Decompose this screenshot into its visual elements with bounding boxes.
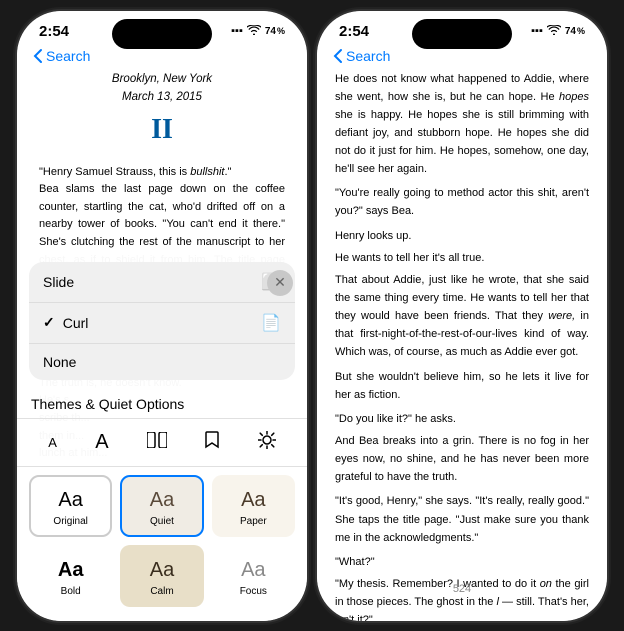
close-icon: ✕ [274, 274, 286, 291]
battery-left: 74% [265, 26, 285, 37]
themes-header: Themes & Quiet Options [17, 386, 307, 418]
back-label-right: Search [346, 48, 390, 64]
status-icons-right: ▪▪▪ 74% [531, 25, 585, 38]
slide-label: Slide [43, 274, 74, 290]
close-button[interactable]: ✕ [267, 270, 293, 296]
theme-focus-aa: Aa [241, 559, 265, 582]
font-increase-button[interactable]: A [87, 427, 116, 458]
curl-label: Curl [63, 315, 261, 331]
themes-grid: Aa Original Aa Quiet Aa Paper Aa Bold [17, 467, 307, 621]
left-phone: 2:54 ▪▪▪ 74% Search Brook [17, 11, 307, 621]
theme-calm-aa: Aa [150, 559, 174, 582]
toolbar-row: A A [17, 418, 307, 467]
reading-content: He does not know what happened to Addie,… [317, 70, 607, 621]
quiet-option: Quiet Options [99, 396, 185, 412]
back-button-left[interactable]: Search [33, 48, 90, 64]
theme-original-aa: Aa [58, 489, 82, 512]
theme-quiet[interactable]: Aa Quiet [120, 475, 203, 537]
book-chapter: II [39, 107, 285, 153]
signal-icon: ▪▪▪ [231, 25, 243, 37]
theme-focus[interactable]: Aa Focus [212, 545, 295, 607]
wifi-icon-right [547, 25, 561, 38]
right-phone: 2:54 ▪▪▪ 74% Search He does not know [317, 11, 607, 621]
theme-quiet-aa: Aa [150, 489, 174, 512]
slide-menu-item-curl[interactable]: ✓ Curl 📄 [29, 303, 295, 344]
dynamic-island [112, 19, 212, 49]
bookmark-button[interactable] [197, 427, 227, 458]
theme-bold-name: Bold [61, 586, 81, 597]
theme-paper-name: Paper [240, 516, 267, 527]
columns-icon [147, 432, 167, 453]
page-number: 524 [317, 577, 607, 601]
back-label-left: Search [46, 48, 90, 64]
battery-right: 74% [565, 26, 585, 37]
back-button-right[interactable]: Search [333, 48, 390, 64]
status-icons-left: ▪▪▪ 74% [231, 25, 285, 38]
themes-title: Themes & [31, 396, 99, 412]
time-left: 2:54 [39, 23, 69, 40]
theme-quiet-name: Quiet [150, 516, 174, 527]
slide-menu: Slide ⬜ ✓ Curl 📄 None [29, 262, 295, 380]
signal-icon-right: ▪▪▪ [531, 25, 543, 37]
brightness-icon [258, 431, 276, 454]
wifi-icon [247, 25, 261, 38]
theme-original-name: Original [53, 516, 87, 527]
theme-paper[interactable]: Aa Paper [212, 475, 295, 537]
theme-paper-aa: Aa [241, 489, 265, 512]
theme-bold[interactable]: Aa Bold [29, 545, 112, 607]
columns-button[interactable] [139, 428, 175, 457]
curl-icon: 📄 [261, 313, 281, 333]
time-right: 2:54 [339, 23, 369, 40]
theme-bold-aa: Aa [58, 559, 84, 582]
slide-menu-item-none[interactable]: None [29, 344, 295, 380]
slide-menu-item-slide[interactable]: Slide ⬜ [29, 262, 295, 303]
brightness-button[interactable] [250, 427, 284, 458]
font-decrease-button[interactable]: A [40, 431, 65, 454]
checkmark-icon: ✓ [43, 314, 55, 331]
none-label: None [43, 354, 76, 370]
bookmark-icon [205, 431, 219, 454]
theme-calm[interactable]: Aa Calm [120, 545, 203, 607]
theme-original[interactable]: Aa Original [29, 475, 112, 537]
book-location: Brooklyn, New YorkMarch 13, 2015 [39, 70, 285, 108]
theme-calm-name: Calm [150, 586, 173, 597]
theme-focus-name: Focus [240, 586, 267, 597]
dynamic-island-right [412, 19, 512, 49]
large-a-label: A [95, 431, 108, 454]
small-a-label: A [48, 435, 57, 450]
overlay-panel: ✕ Slide ⬜ ✓ Curl 📄 None [17, 252, 307, 621]
